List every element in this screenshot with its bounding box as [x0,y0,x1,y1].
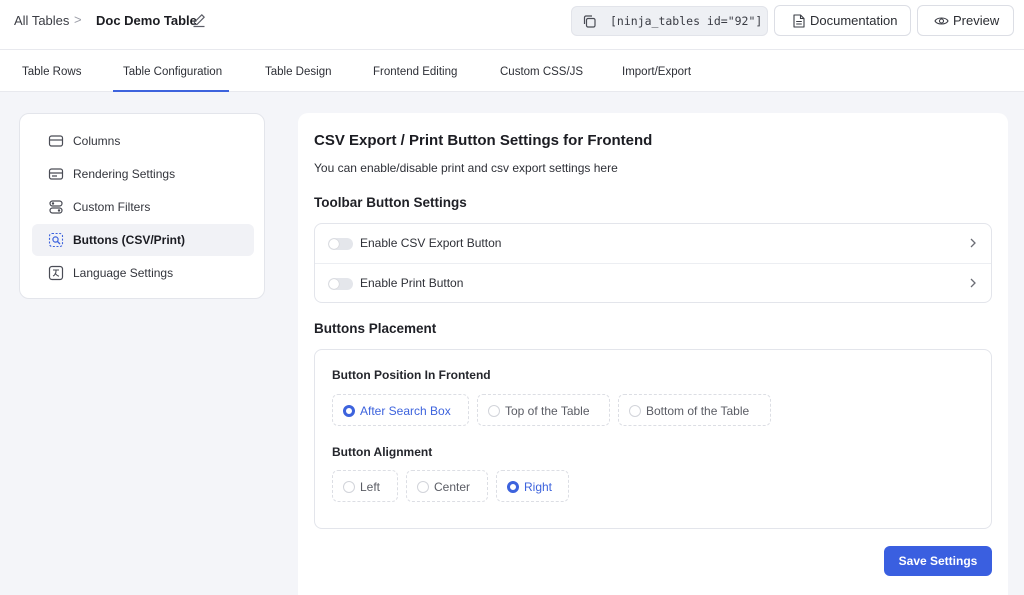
tab-import-export[interactable]: Import/Export [622,65,691,79]
print-toggle[interactable] [328,278,353,290]
toolbar-heading: Toolbar Button Settings [314,195,467,210]
sidebar-item-columns[interactable]: Columns [32,125,254,157]
toggle-row-print[interactable]: Enable Print Button [315,263,991,302]
settings-panel: CSV Export / Print Button Settings for F… [298,113,1008,595]
radio-dot [343,481,355,493]
copy-icon [583,15,596,28]
sidebar-item-label: Columns [73,134,121,148]
settings-sidebar: Columns Rendering Settings Custom Filter… [19,113,265,299]
page-title: Doc Demo Table [96,13,197,28]
alignment-label: Button Alignment [332,445,433,459]
chevron-right-icon[interactable] [969,237,977,249]
filter-icon [49,200,63,214]
sidebar-item-label: Rendering Settings [73,167,176,181]
shortcode-text: [ninja_tables id="92"] [610,14,763,28]
sidebar-item-language-settings[interactable]: Language Settings [32,257,254,289]
shortcode-copy[interactable]: [ninja_tables id="92"] [571,6,768,36]
toggle-label: Enable Print Button [360,276,464,290]
eye-icon [934,17,949,25]
radio-dot [417,481,429,493]
sidebar-item-label: Language Settings [73,266,174,280]
document-icon [793,14,805,28]
tab-table-rows[interactable]: Table Rows [22,65,81,79]
radio-label: Right [524,480,553,494]
preview-label: Preview [953,13,1000,28]
position-label: Button Position In Frontend [332,368,491,382]
radio-label: After Search Box [360,404,451,418]
columns-icon [48,135,64,147]
radio-label: Bottom of the Table [646,404,750,418]
radio-align-right[interactable]: Right [496,470,569,502]
tab-table-configuration[interactable]: Table Configuration [123,65,222,79]
save-settings-button[interactable]: Save Settings [884,546,992,576]
radio-top-of-table[interactable]: Top of the Table [477,394,610,426]
active-tab-indicator [113,90,229,92]
radio-dot [507,481,519,493]
pencil-icon[interactable] [191,12,207,28]
radio-label: Center [434,480,471,494]
placement-heading: Buttons Placement [314,321,437,336]
radio-label: Left [360,480,381,494]
breadcrumb-separator: > [74,12,82,27]
documentation-label: Documentation [810,13,898,28]
sidebar-item-label: Custom Filters [73,200,151,214]
top-header: All Tables > Doc Demo Table [ninja_table… [0,0,1024,50]
tab-table-design[interactable]: Table Design [265,65,331,79]
preview-button[interactable]: Preview [917,5,1014,36]
radio-dot [629,405,641,417]
placement-settings: Button Position In Frontend After Search… [314,349,992,529]
tab-frontend-editing[interactable]: Frontend Editing [373,65,457,79]
documentation-button[interactable]: Documentation [774,5,911,36]
radio-dot [488,405,500,417]
sidebar-item-label: Buttons (CSV/Print) [73,233,185,247]
buttons-icon [48,232,64,248]
radio-dot [343,405,355,417]
radio-align-center[interactable]: Center [406,470,488,502]
toggle-row-csv-export[interactable]: Enable CSV Export Button [315,224,991,263]
chevron-right-icon[interactable] [969,277,977,289]
radio-after-search-box[interactable]: After Search Box [332,394,469,426]
radio-label: Top of the Table [505,404,590,418]
toolbar-toggles: Enable CSV Export Button Enable Print Bu… [314,223,992,303]
tab-bar: Table Rows Table Configuration Table Des… [0,50,1024,92]
section-title: CSV Export / Print Button Settings for F… [314,132,653,149]
tab-custom-css-js[interactable]: Custom CSS/JS [500,65,583,79]
rendering-icon [48,168,64,180]
breadcrumb-all-tables[interactable]: All Tables [14,13,69,29]
toggle-label: Enable CSV Export Button [360,236,502,250]
radio-align-left[interactable]: Left [332,470,398,502]
language-icon [48,265,64,281]
sidebar-item-rendering-settings[interactable]: Rendering Settings [32,158,254,190]
sidebar-item-buttons-csv-print[interactable]: Buttons (CSV/Print) [32,224,254,256]
csv-export-toggle[interactable] [328,238,353,250]
radio-bottom-of-table[interactable]: Bottom of the Table [618,394,771,426]
sidebar-item-custom-filters[interactable]: Custom Filters [32,191,254,223]
section-description: You can enable/disable print and csv exp… [314,161,618,175]
